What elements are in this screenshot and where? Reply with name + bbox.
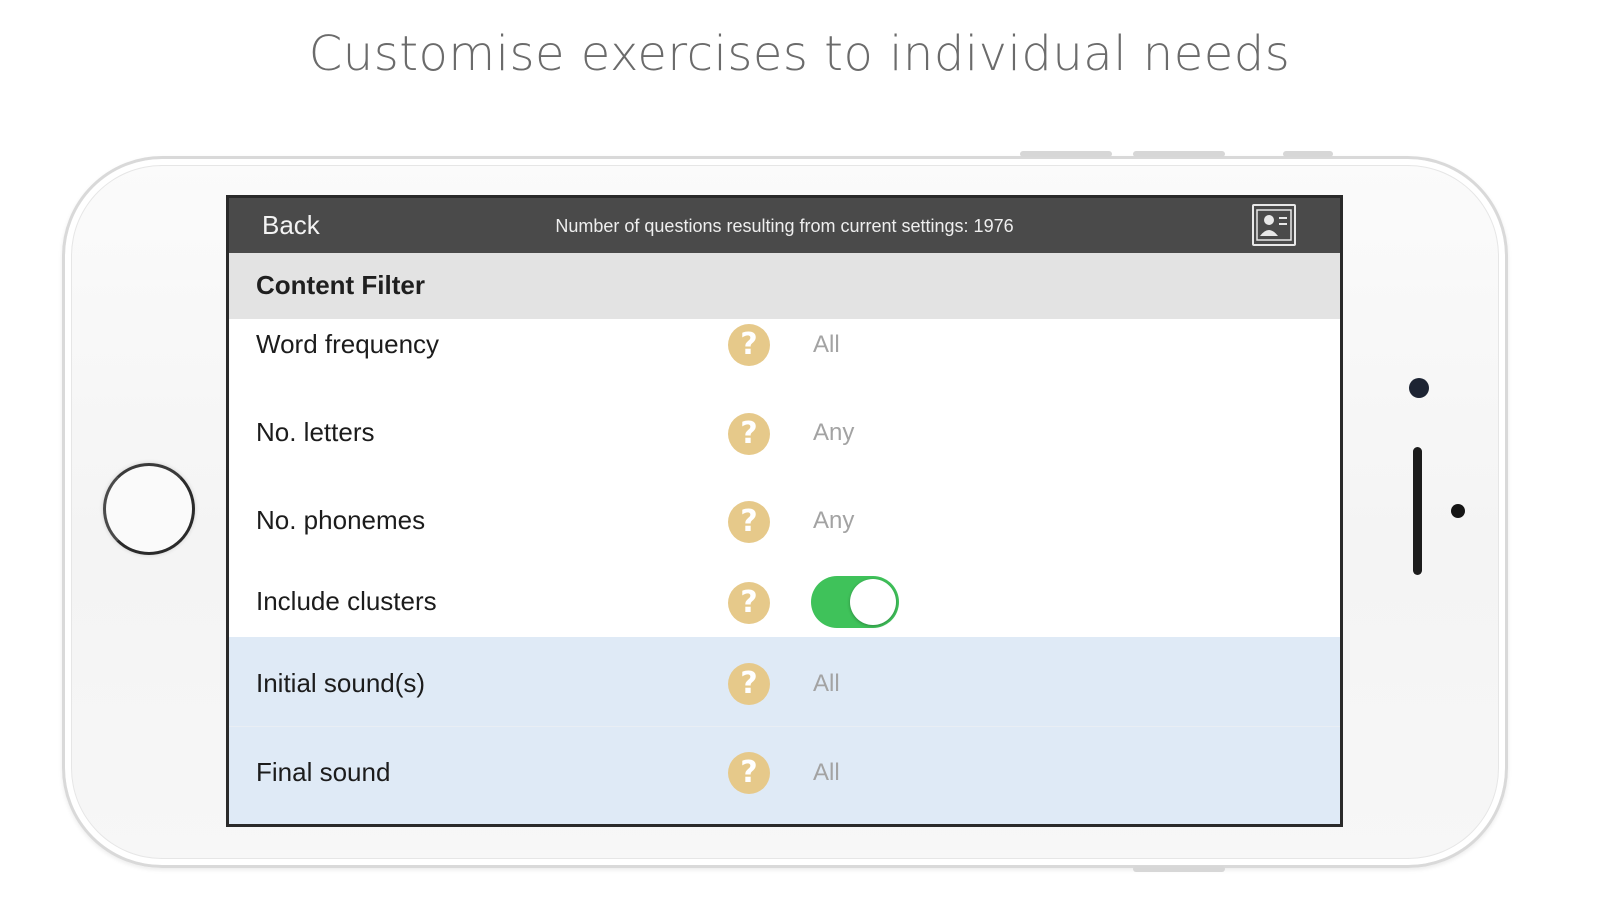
phone-side-button (1133, 866, 1225, 872)
row-value: All (813, 759, 840, 786)
section-header: Content Filter (229, 253, 1340, 319)
row-label: No. phonemes (256, 505, 426, 535)
question-count-text: Number of questions resulting from curre… (555, 216, 1014, 236)
home-button (103, 463, 195, 555)
include-clusters-toggle[interactable] (811, 576, 899, 628)
phone-side-button (1020, 151, 1112, 157)
headline: Customise exercises to individual needs (308, 26, 1291, 82)
help-icon[interactable]: ? (728, 663, 770, 705)
phone-side-button (1283, 151, 1333, 157)
front-camera (1409, 378, 1429, 398)
row-label: No. letters (256, 417, 375, 447)
profile-card-icon-graphic (1256, 209, 1292, 241)
row-value: Any (813, 419, 855, 446)
profile-card-icon[interactable] (1252, 204, 1296, 246)
phone-side-button (1133, 151, 1225, 157)
toggle-knob (850, 579, 896, 625)
row-value: All (813, 331, 840, 358)
row-no-phonemes[interactable]: No. phonemes ? Any (229, 487, 1340, 569)
row-initial-sounds[interactable]: Initial sound(s) ? All (229, 637, 1340, 726)
help-icon[interactable]: ? (728, 582, 770, 624)
earpiece-speaker (1413, 447, 1422, 575)
row-label: Initial sound(s) (256, 668, 426, 698)
row-value: Any (813, 507, 855, 534)
help-icon[interactable]: ? (728, 501, 770, 543)
row-include-clusters: Include clusters ? (229, 569, 1340, 637)
app-screen: Back Number of questions resulting from … (226, 195, 1343, 827)
row-no-letters[interactable]: No. letters ? Any (229, 399, 1340, 487)
row-label: Include clusters (256, 586, 437, 616)
row-word-frequency[interactable]: Word frequency ? All (229, 319, 1340, 399)
help-icon[interactable]: ? (728, 413, 770, 455)
help-icon[interactable]: ? (728, 752, 770, 794)
row-value: All (813, 670, 840, 697)
row-label: Final sound (256, 757, 391, 787)
proximity-sensor (1451, 504, 1465, 518)
row-label: Word frequency (256, 329, 440, 359)
navigation-bar: Back Number of questions resulting from … (229, 198, 1340, 253)
row-final-sound[interactable]: Final sound ? All (229, 727, 1340, 824)
section-title: Content Filter (256, 270, 425, 300)
help-icon[interactable]: ? (728, 324, 770, 366)
